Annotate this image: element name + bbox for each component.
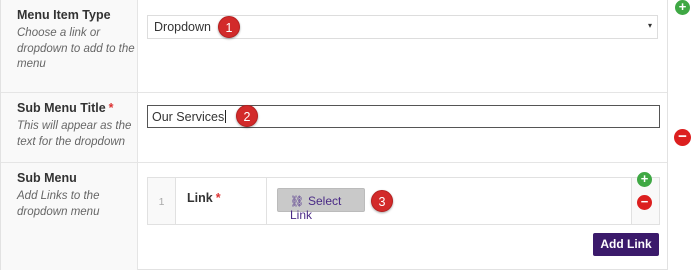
menu-item-type-row: Menu Item Type Choose a link or dropdown… bbox=[1, 0, 667, 93]
repeater-row-actions: + − bbox=[632, 172, 660, 225]
link-label-col: Link * bbox=[176, 178, 267, 224]
dropdown-arrow-icon: ▾ bbox=[647, 21, 652, 30]
required-asterisk: * bbox=[108, 101, 114, 115]
sub-menu-title-field-col: Our Services 2 bbox=[139, 93, 667, 162]
sub-menu-label-col: Sub Menu Add Links to the dropdown menu bbox=[1, 163, 138, 270]
sub-menu-row: Sub Menu Add Links to the dropdown menu … bbox=[1, 163, 667, 270]
add-link-button[interactable]: Add Link bbox=[593, 233, 659, 256]
sub-menu-label: Sub Menu bbox=[17, 171, 77, 185]
add-layout-plus-icon[interactable]: + bbox=[675, 0, 690, 15]
step-badge-2: 2 bbox=[236, 105, 258, 127]
remove-row-minus-icon[interactable]: − bbox=[637, 195, 652, 210]
menu-item-type-field-col: Dropdown ▾ 1 bbox=[139, 0, 667, 92]
step-badge-3: 3 bbox=[371, 190, 393, 212]
add-row-plus-icon[interactable]: + bbox=[637, 172, 652, 187]
required-asterisk: * bbox=[215, 191, 221, 205]
sub-menu-title-row: Sub Menu Title * This will appear as the … bbox=[1, 93, 667, 163]
sub-menu-title-label-text: Sub Menu Title bbox=[17, 101, 106, 115]
sub-menu-title-label: Sub Menu Title * bbox=[17, 100, 137, 117]
menu-item-type-instructions: Choose a link or dropdown to add to the … bbox=[17, 27, 135, 70]
sub-menu-field-col: 1 Link * ⛓ Select Link 3 + − Add Link bbox=[139, 163, 667, 270]
step-badge-1: 1 bbox=[218, 16, 240, 38]
sub-menu-instructions: Add Links to the dropdown menu bbox=[17, 190, 100, 218]
acf-fields-panel: Menu Item Type Choose a link or dropdown… bbox=[0, 0, 668, 270]
link-label-text: Link bbox=[187, 191, 213, 205]
link-label: Link * bbox=[187, 190, 266, 207]
repeater-row-order[interactable]: 1 bbox=[148, 178, 176, 224]
sub-menu-title-input-value: Our Services bbox=[152, 110, 225, 124]
sub-menu-title-label-col: Sub Menu Title * This will appear as the … bbox=[1, 93, 138, 162]
text-caret bbox=[225, 110, 227, 123]
select-link-button[interactable]: ⛓ Select Link bbox=[277, 188, 365, 222]
menu-item-type-label: Menu Item Type bbox=[17, 8, 111, 22]
remove-layout-minus-icon[interactable]: − bbox=[674, 129, 691, 146]
menu-item-type-label-col: Menu Item Type Choose a link or dropdown… bbox=[1, 0, 138, 92]
link-icon: ⛓ bbox=[290, 196, 304, 208]
menu-item-type-selected-value: Dropdown bbox=[154, 20, 211, 34]
repeater-row: 1 Link * ⛓ Select Link 3 bbox=[147, 177, 632, 225]
sub-menu-title-input[interactable]: Our Services bbox=[147, 105, 660, 128]
sub-menu-title-instructions: This will appear as the text for the dro… bbox=[17, 120, 132, 148]
link-field-col: ⛓ Select Link 3 bbox=[267, 178, 631, 224]
